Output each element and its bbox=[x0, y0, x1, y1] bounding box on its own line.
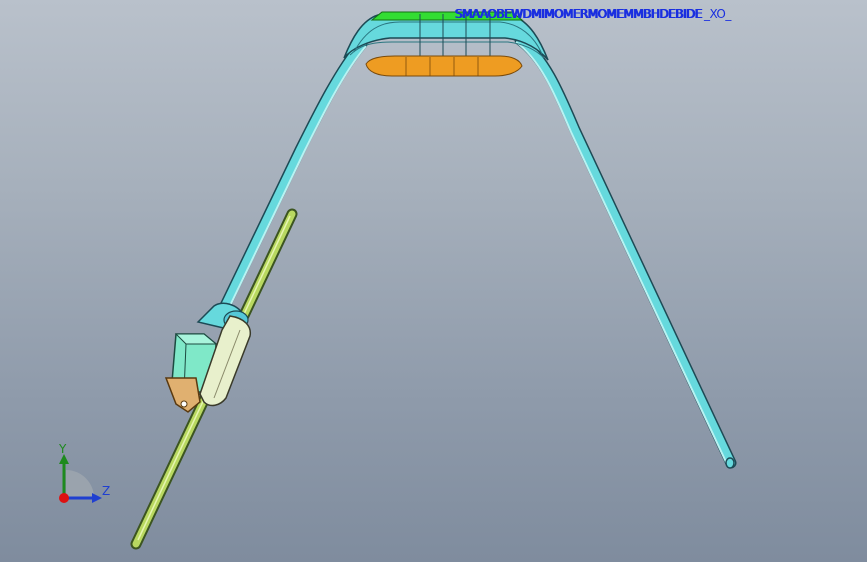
triad-y-label: Y bbox=[59, 442, 67, 456]
model-name-text: SMAAOBEWDMIMOMERMOMEMMBHDEBIDE bbox=[455, 7, 702, 21]
triad-rotation-arc bbox=[66, 470, 94, 498]
headband[interactable] bbox=[216, 11, 737, 469]
model-view[interactable] bbox=[0, 0, 867, 562]
model-name-label: SMAAOBEWDMIMOMERMOMEMMBHDEBIDE _XO_ bbox=[455, 7, 731, 21]
model-name-suffix: _XO_ bbox=[703, 7, 731, 21]
cad-viewport[interactable]: SMAAOBEWDMIMOMERMOMEMMBHDEBIDE _XO_ Y Z bbox=[0, 0, 867, 562]
ear-module[interactable] bbox=[164, 302, 252, 413]
triad-x-axis bbox=[59, 493, 69, 503]
triad-z-label: Z bbox=[102, 484, 111, 498]
headband-bottom-pad[interactable] bbox=[365, 55, 523, 77]
triad-graphic bbox=[59, 454, 102, 503]
coordinate-triad[interactable]: Y Z bbox=[44, 440, 114, 514]
